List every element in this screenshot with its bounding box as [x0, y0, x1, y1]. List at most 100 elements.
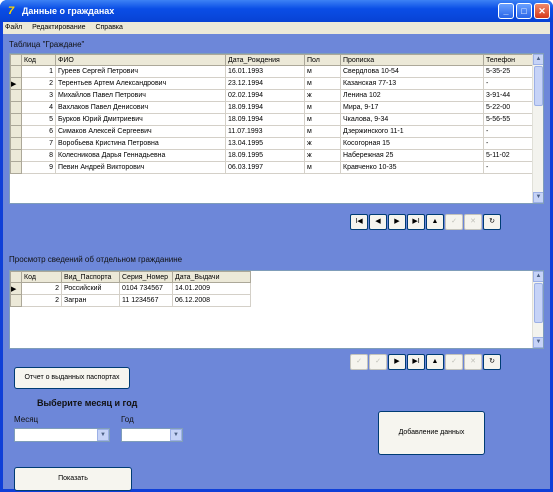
column-header-phone[interactable]: Телефон — [483, 54, 535, 66]
citizen-row[interactable]: 8 Колесникова Дарья Геннадьевна 18.09.1995… — [10, 149, 535, 162]
column-header-series-number[interactable]: Серия_Номер — [119, 271, 173, 283]
citizen-row[interactable]: 4 Вахлаков Павел Денисович 18.09.1994 м Мира… — [10, 101, 535, 114]
column-header-fio[interactable]: ФИО — [55, 54, 226, 66]
first-record-button[interactable]: I◀ — [350, 214, 368, 230]
citizen-row[interactable]: 3 Михайлов Павел Петрович 02.02.1994 ж Ленин… — [10, 89, 535, 102]
chevron-down-icon[interactable]: ▼ — [97, 429, 109, 441]
menu-help[interactable]: Справка — [95, 24, 122, 31]
row-indicator[interactable] — [10, 125, 22, 138]
year-select[interactable]: ▼ — [121, 428, 183, 442]
passport-row[interactable]: 2 Загран 11 1234567 06.12.2008 — [10, 294, 251, 307]
refresh-record-button[interactable]: ↻ — [483, 214, 501, 230]
citizen-cell[interactable]: Чкалова, 9-34 — [340, 113, 484, 126]
citizen-cell[interactable]: Мира, 9-17 — [340, 101, 484, 114]
citizen-cell[interactable]: - — [483, 137, 535, 150]
row-indicator[interactable] — [10, 149, 22, 162]
prior-record-button[interactable]: ◀ — [369, 214, 387, 230]
citizen-cell[interactable]: 9 — [21, 161, 56, 174]
citizen-row[interactable]: 7 Воробьева Кристина Петровна 13.04.1995 ж К… — [10, 137, 535, 150]
scroll-thumb[interactable] — [534, 283, 543, 323]
citizen-cell[interactable]: Кравченко 10-35 — [340, 161, 484, 174]
scroll-down-icon[interactable]: ▼ — [533, 192, 543, 203]
chevron-down-icon[interactable]: ▼ — [170, 429, 182, 441]
passport-cell[interactable]: 0104 734567 — [119, 282, 173, 295]
column-header-code[interactable]: Код — [21, 54, 56, 66]
row-indicator[interactable] — [10, 161, 22, 174]
row-indicator[interactable]: ▶ — [10, 282, 22, 295]
passports-scrollbar[interactable]: ▲ ▼ — [532, 271, 543, 348]
citizen-row[interactable]: ▶ 2 Терентьев Артем Александрович 23.12.199… — [10, 77, 535, 90]
column-header-issue-date[interactable]: Дата_Выдачи — [172, 271, 251, 283]
passport-cell[interactable]: Российский — [61, 282, 120, 295]
citizen-cell[interactable]: 18.09.1994 — [225, 101, 305, 114]
row-indicator[interactable] — [10, 137, 22, 150]
citizen-cell[interactable]: Свердлова 10-54 — [340, 65, 484, 78]
citizen-cell[interactable]: 5 — [21, 113, 56, 126]
citizen-cell[interactable]: 3 — [21, 89, 56, 102]
citizen-cell[interactable]: 7 — [21, 137, 56, 150]
row-indicator[interactable] — [10, 89, 22, 102]
citizen-cell[interactable]: 02.02.1994 — [225, 89, 305, 102]
passport-cell[interactable]: 11 1234567 — [119, 294, 173, 307]
close-button[interactable]: ✕ — [534, 3, 550, 19]
row-indicator[interactable] — [10, 113, 22, 126]
row-indicator[interactable] — [10, 294, 22, 307]
column-header-sex[interactable]: Пол — [304, 54, 341, 66]
citizen-cell[interactable]: 1 — [21, 65, 56, 78]
scroll-up-icon[interactable]: ▲ — [533, 271, 543, 282]
citizen-cell[interactable]: м — [304, 77, 341, 90]
maximize-button[interactable]: □ — [516, 3, 532, 19]
citizen-cell[interactable]: 6 — [21, 125, 56, 138]
passport-cell[interactable]: 2 — [21, 282, 62, 295]
column-header-code-2[interactable]: Код — [21, 271, 62, 283]
citizen-cell[interactable]: Набережная 25 — [340, 149, 484, 162]
citizen-cell[interactable]: 16.01.1993 — [225, 65, 305, 78]
insert-record-button[interactable]: ▲ — [426, 214, 444, 230]
row-indicator[interactable]: ▶ — [10, 77, 22, 90]
citizen-cell[interactable]: м — [304, 101, 341, 114]
citizen-row[interactable]: 1 Гуреев Сергей Петрович 16.01.1993 м Свердл… — [10, 65, 535, 78]
citizen-cell[interactable]: ж — [304, 89, 341, 102]
citizen-cell[interactable]: м — [304, 113, 341, 126]
citizen-cell[interactable]: Терентьев Артем Александрович — [55, 77, 226, 90]
citizen-cell[interactable]: - — [483, 77, 535, 90]
citizen-cell[interactable]: - — [483, 161, 535, 174]
menu-file[interactable]: Файл — [5, 24, 22, 31]
refresh-record-button-2[interactable]: ↻ — [483, 354, 501, 370]
citizen-cell[interactable]: 3-91-44 — [483, 89, 535, 102]
citizen-cell[interactable]: Колесникова Дарья Геннадьевна — [55, 149, 226, 162]
citizen-row[interactable]: 9 Певин Андрей Викторович 06.03.1997 м Кравч… — [10, 161, 535, 174]
citizen-cell[interactable]: 23.12.1994 — [225, 77, 305, 90]
citizen-cell[interactable]: 4 — [21, 101, 56, 114]
add-data-button[interactable]: Добавление данных — [378, 411, 485, 455]
citizen-cell[interactable]: - — [483, 125, 535, 138]
prior-record-button-2[interactable]: ✓ — [369, 354, 387, 370]
cancel-record-button-2[interactable]: ✕ — [464, 354, 482, 370]
citizen-cell[interactable]: м — [304, 161, 341, 174]
citizen-cell[interactable]: 18.09.1995 — [225, 149, 305, 162]
citizen-cell[interactable]: м — [304, 65, 341, 78]
passport-cell[interactable]: 2 — [21, 294, 62, 307]
column-header-passport-type[interactable]: Вид_Паспорта — [61, 271, 120, 283]
column-header-birthdate[interactable]: Дата_Рождения — [225, 54, 305, 66]
citizen-cell[interactable]: 8 — [21, 149, 56, 162]
citizen-cell[interactable]: 2 — [21, 77, 56, 90]
citizen-cell[interactable]: 5-22-00 — [483, 101, 535, 114]
citizen-cell[interactable]: 13.04.1995 — [225, 137, 305, 150]
last-record-button[interactable]: ▶I — [407, 214, 425, 230]
citizen-cell[interactable]: Ленина 102 — [340, 89, 484, 102]
citizen-cell[interactable]: 18.09.1994 — [225, 113, 305, 126]
citizen-cell[interactable]: 5-56-55 — [483, 113, 535, 126]
citizens-grid[interactable]: Код ФИО Дата_Рождения Пол Прописка Телеф… — [9, 53, 544, 204]
row-indicator[interactable] — [10, 65, 22, 78]
citizen-cell[interactable]: Певин Андрей Викторович — [55, 161, 226, 174]
scroll-up-icon[interactable]: ▲ — [533, 54, 543, 65]
passport-cell[interactable]: 14.01.2009 — [172, 282, 251, 295]
cancel-record-button[interactable]: ✕ — [464, 214, 482, 230]
citizen-cell[interactable]: м — [304, 125, 341, 138]
first-record-button-2[interactable]: ✓ — [350, 354, 368, 370]
citizen-row[interactable]: 5 Бурков Юрий Дмитриевич 18.09.1994 м Чкалов… — [10, 113, 535, 126]
post-record-button[interactable]: ✓ — [445, 214, 463, 230]
next-record-button[interactable]: ▶ — [388, 214, 406, 230]
minimize-button[interactable]: _ — [498, 3, 514, 19]
